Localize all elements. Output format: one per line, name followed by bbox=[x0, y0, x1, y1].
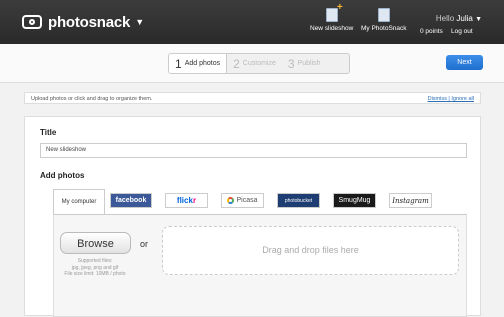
step-add-photos[interactable]: 1 Add photos bbox=[169, 54, 228, 73]
new-slideshow-icon bbox=[325, 2, 343, 22]
step-label: Publish bbox=[297, 60, 321, 67]
my-photosnack-button[interactable]: My PhotoSnack bbox=[361, 6, 407, 32]
wizard-bar: 1 Add photos 2 Customize 3 Publish bbox=[0, 44, 504, 83]
supported-files-note: Supported files: jpg, jpeg, png and gif … bbox=[54, 258, 136, 278]
tab-photobucket[interactable]: photobucket bbox=[277, 193, 320, 208]
app-name: photosnack bbox=[48, 13, 131, 31]
slideshow-form: Title New slideshow Add photos My comput… bbox=[24, 116, 481, 317]
app-logo[interactable]: photosnack ▼ bbox=[22, 11, 144, 33]
step-number: 3 bbox=[287, 56, 295, 71]
supported-line: File size limit: 10MB / photo bbox=[64, 271, 126, 277]
step-number: 2 bbox=[233, 56, 240, 71]
title-input[interactable]: New slideshow bbox=[40, 143, 467, 158]
next-button[interactable]: Next bbox=[446, 55, 483, 70]
step-customize[interactable]: 2 Customize bbox=[227, 54, 282, 73]
or-label: or bbox=[140, 239, 149, 249]
logout-link[interactable]: Log out bbox=[451, 28, 473, 35]
flickr-logo-a: flick bbox=[176, 196, 193, 205]
points-label: 0 points bbox=[420, 28, 443, 35]
browse-button[interactable]: Browse bbox=[60, 232, 131, 254]
dismiss-link[interactable]: Dismiss bbox=[428, 96, 447, 102]
top-bar: photosnack ▼ New slideshow My PhotoSnack… bbox=[0, 0, 504, 44]
tab-smugmug[interactable]: SmugMug bbox=[333, 193, 376, 208]
tab-flickr[interactable]: flick r bbox=[165, 193, 208, 208]
flickr-logo-b: r bbox=[192, 196, 197, 205]
my-photosnack-label: My PhotoSnack bbox=[361, 25, 407, 32]
tab-instagram[interactable]: Instagram bbox=[389, 193, 432, 208]
tab-picasa[interactable]: Picasa bbox=[221, 193, 264, 208]
info-notice: Upload photos or click and drag to organ… bbox=[24, 92, 481, 104]
step-number: 1 bbox=[175, 56, 182, 71]
ignore-all-link[interactable]: Ignore all bbox=[451, 96, 474, 102]
picasa-label: Picasa bbox=[236, 197, 258, 204]
drop-zone[interactable]: Drag and drop files here bbox=[162, 226, 459, 275]
step-indicator: 1 Add photos 2 Customize 3 Publish bbox=[168, 53, 350, 74]
tab-facebook[interactable]: facebook bbox=[110, 193, 152, 208]
upload-panel: Browse Supported files: jpg, jpeg, png a… bbox=[53, 214, 467, 317]
user-menu[interactable]: Hello Julia ▼ bbox=[436, 14, 482, 23]
notice-text: Upload photos or click and drag to organ… bbox=[31, 96, 153, 102]
my-photosnack-icon bbox=[377, 6, 392, 22]
chevron-down-icon: ▼ bbox=[135, 17, 145, 27]
add-photos-label: Add photos bbox=[40, 171, 85, 180]
step-label: Customize bbox=[242, 60, 276, 67]
tab-my-computer[interactable]: My computer bbox=[53, 189, 105, 214]
picasa-icon bbox=[227, 197, 235, 204]
step-label: Add photos bbox=[184, 60, 221, 67]
hello-prefix: Hello bbox=[435, 14, 455, 23]
title-label: Title bbox=[40, 128, 57, 137]
photo-source-tabs: My computer facebook flick r Picasa photo… bbox=[53, 189, 467, 214]
chevron-down-icon: ▼ bbox=[475, 16, 482, 23]
new-slideshow-button[interactable]: New slideshow bbox=[310, 2, 354, 32]
step-publish[interactable]: 3 Publish bbox=[282, 54, 327, 73]
camera-icon bbox=[22, 15, 42, 29]
new-slideshow-label: New slideshow bbox=[310, 25, 354, 32]
user-name: Julia bbox=[456, 14, 473, 23]
